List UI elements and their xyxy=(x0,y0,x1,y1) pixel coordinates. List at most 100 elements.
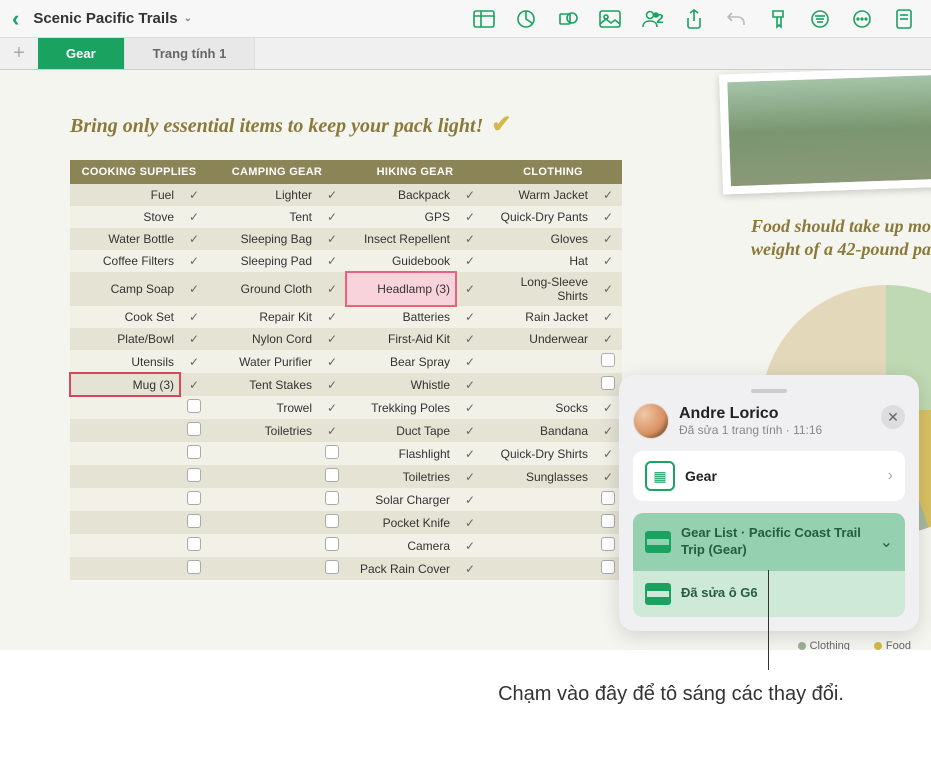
checkbox-cell[interactable]: ✓ xyxy=(318,250,346,272)
checkbox-cell[interactable]: ✓ xyxy=(318,419,346,442)
item-cell[interactable]: Insect Repellent xyxy=(346,228,456,250)
item-cell[interactable]: Utensils xyxy=(70,350,180,373)
item-cell[interactable] xyxy=(70,442,180,465)
document-title[interactable]: Scenic Pacific Trails ⌄ xyxy=(27,10,198,27)
item-cell[interactable]: Bandana xyxy=(484,419,594,442)
item-cell[interactable]: Ground Cloth xyxy=(208,272,318,306)
more-icon[interactable] xyxy=(843,3,881,35)
item-cell[interactable] xyxy=(484,373,594,396)
checkbox-cell[interactable]: ✓ xyxy=(594,206,622,228)
checkbox-cell[interactable]: ✓ xyxy=(594,465,622,488)
checkbox-cell[interactable]: ✓ xyxy=(456,206,484,228)
item-cell[interactable]: Bear Spray xyxy=(346,350,456,373)
checkbox-cell[interactable]: ✓ xyxy=(594,328,622,350)
item-cell[interactable]: Pack Rain Cover xyxy=(346,557,456,580)
item-cell[interactable]: Trekking Poles xyxy=(346,396,456,419)
checkbox-cell[interactable] xyxy=(594,557,622,580)
checkbox-cell[interactable]: ✓ xyxy=(456,557,484,580)
checkbox-cell[interactable] xyxy=(594,534,622,557)
checkbox-cell[interactable]: ✓ xyxy=(318,306,346,328)
checkbox-cell[interactable] xyxy=(594,373,622,396)
chart-icon[interactable] xyxy=(507,3,545,35)
checkbox-cell[interactable]: ✓ xyxy=(594,306,622,328)
item-cell[interactable]: Warm Jacket xyxy=(484,184,594,206)
column-header[interactable]: CAMPING GEAR xyxy=(208,160,346,184)
checkbox-cell[interactable] xyxy=(180,488,208,511)
checkbox-cell[interactable]: ✓ xyxy=(180,328,208,350)
item-cell[interactable] xyxy=(208,511,318,534)
checkbox-cell[interactable]: ✓ xyxy=(456,373,484,396)
item-cell[interactable]: Duct Tape xyxy=(346,419,456,442)
collaborate-icon[interactable]: 2 xyxy=(633,3,671,35)
checkbox-cell[interactable]: ✓ xyxy=(180,206,208,228)
item-cell[interactable]: Plate/Bowl xyxy=(70,328,180,350)
item-cell[interactable] xyxy=(70,488,180,511)
item-cell[interactable]: Solar Charger xyxy=(346,488,456,511)
checkbox-cell[interactable]: ✓ xyxy=(180,228,208,250)
checkbox-cell[interactable]: ✓ xyxy=(318,373,346,396)
media-icon[interactable] xyxy=(591,3,629,35)
item-cell[interactable]: Sleeping Pad xyxy=(208,250,318,272)
checkbox-cell[interactable] xyxy=(180,419,208,442)
item-cell[interactable] xyxy=(484,534,594,557)
checkbox-cell[interactable] xyxy=(318,557,346,580)
item-cell[interactable]: Hat xyxy=(484,250,594,272)
checkbox-cell[interactable] xyxy=(180,557,208,580)
gear-table[interactable]: COOKING SUPPLIESCAMPING GEARHIKING GEARC… xyxy=(70,160,622,580)
column-header[interactable]: CLOTHING xyxy=(484,160,622,184)
checkbox-cell[interactable]: ✓ xyxy=(456,184,484,206)
checkbox-cell[interactable]: ✓ xyxy=(456,511,484,534)
checkbox-cell[interactable]: ✓ xyxy=(318,272,346,306)
item-cell[interactable]: Stove xyxy=(70,206,180,228)
sheet-tab-gear[interactable]: Gear xyxy=(38,38,125,69)
spreadsheet-canvas[interactable]: Bring only essential items to keep your … xyxy=(0,70,931,650)
checkbox-cell[interactable]: ✓ xyxy=(456,306,484,328)
item-cell[interactable]: Backpack xyxy=(346,184,456,206)
item-cell[interactable]: Long-Sleeve Shirts xyxy=(484,272,594,306)
checkbox-cell[interactable]: ✓ xyxy=(594,419,622,442)
item-cell[interactable] xyxy=(70,419,180,442)
checkbox-cell[interactable]: ✓ xyxy=(456,396,484,419)
item-cell[interactable]: Whistle xyxy=(346,373,456,396)
checkbox-cell[interactable]: ✓ xyxy=(594,272,622,306)
column-header[interactable]: HIKING GEAR xyxy=(346,160,484,184)
item-cell[interactable] xyxy=(70,557,180,580)
checkbox-cell[interactable] xyxy=(318,465,346,488)
checkbox-cell[interactable]: ✓ xyxy=(456,534,484,557)
checkbox-cell[interactable]: ✓ xyxy=(180,306,208,328)
item-cell[interactable]: Nylon Cord xyxy=(208,328,318,350)
checkbox-cell[interactable] xyxy=(180,442,208,465)
checkbox-cell[interactable]: ✓ xyxy=(180,373,208,396)
sheet-tab-1[interactable]: Trang tính 1 xyxy=(125,38,256,69)
item-cell[interactable] xyxy=(208,534,318,557)
undo-icon[interactable] xyxy=(717,3,755,35)
checkbox-cell[interactable] xyxy=(180,534,208,557)
checkbox-cell[interactable] xyxy=(318,534,346,557)
checkbox-cell[interactable]: ✓ xyxy=(318,228,346,250)
activity-change-row[interactable]: Đã sửa ô G6 xyxy=(633,571,905,617)
checkbox-cell[interactable]: ✓ xyxy=(594,396,622,419)
item-cell[interactable]: First-Aid Kit xyxy=(346,328,456,350)
item-cell[interactable]: Quick-Dry Pants xyxy=(484,206,594,228)
item-cell[interactable] xyxy=(70,396,180,419)
item-cell[interactable]: Headlamp (3) xyxy=(346,272,456,306)
item-cell[interactable]: Sleeping Bag xyxy=(208,228,318,250)
item-cell[interactable]: Tent xyxy=(208,206,318,228)
checkbox-cell[interactable] xyxy=(318,488,346,511)
item-cell[interactable] xyxy=(484,511,594,534)
table-icon[interactable] xyxy=(465,3,503,35)
checkbox-cell[interactable]: ✓ xyxy=(318,350,346,373)
item-cell[interactable] xyxy=(70,465,180,488)
item-cell[interactable]: Guidebook xyxy=(346,250,456,272)
format-brush-icon[interactable] xyxy=(759,3,797,35)
item-cell[interactable] xyxy=(208,488,318,511)
checkbox-cell[interactable]: ✓ xyxy=(456,228,484,250)
item-cell[interactable] xyxy=(208,442,318,465)
item-cell[interactable]: Water Bottle xyxy=(70,228,180,250)
item-cell[interactable]: Lighter xyxy=(208,184,318,206)
item-cell[interactable] xyxy=(484,557,594,580)
checkbox-cell[interactable]: ✓ xyxy=(456,419,484,442)
item-cell[interactable]: Flashlight xyxy=(346,442,456,465)
item-cell[interactable]: Quick-Dry Shirts xyxy=(484,442,594,465)
item-cell[interactable]: Socks xyxy=(484,396,594,419)
